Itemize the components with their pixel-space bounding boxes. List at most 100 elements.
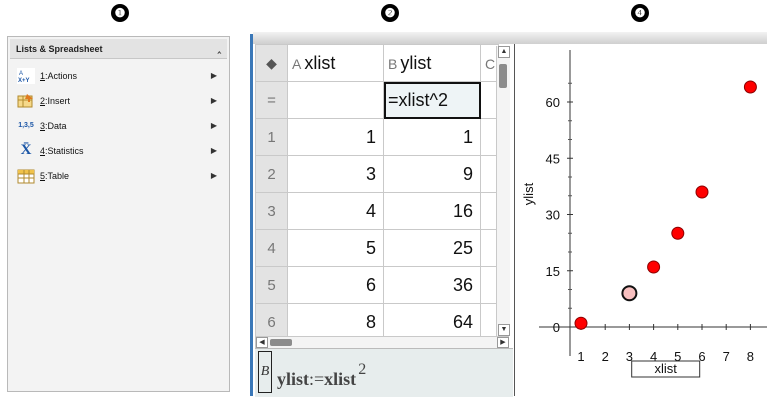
cell-a[interactable]: 4 [287, 192, 384, 230]
menu-item-label: Insert [47, 95, 71, 106]
statistics-icon: X̄ [20, 142, 32, 158]
menu-item-label: Data [47, 120, 67, 131]
column-header-b[interactable]: Bylist [383, 44, 481, 82]
scatter-plot[interactable]: 0 15 30 45 60 1 2 3 4 5 6 7 8 xlist ylist [514, 44, 767, 396]
cell-b[interactable]: 36 [383, 266, 481, 304]
formula-row-label: = [255, 81, 288, 119]
table-row: 6 8 64 [255, 303, 500, 341]
scroll-thumb[interactable] [499, 64, 507, 88]
table-row: 3 4 16 [255, 192, 500, 230]
cell-a[interactable]: 3 [287, 155, 384, 193]
cell-a[interactable]: 5 [287, 229, 384, 267]
menu-item-statistics[interactable]: X̄ 4:Statistics ▶ [8, 138, 229, 163]
table-row: 4 5 25 [255, 229, 500, 267]
vertical-scrollbar[interactable]: ▲ ▼ [496, 46, 510, 336]
menu-item-key: 1 [40, 70, 46, 81]
cell-a[interactable]: 8 [287, 303, 384, 341]
actions-icon: A X+Y [16, 67, 36, 84]
submenu-arrow-icon: ▶ [210, 96, 217, 105]
row-number[interactable]: 2 [255, 155, 288, 193]
formula-cell-b[interactable]: =xlist^2 [383, 81, 481, 119]
column-header-row: ◆ Axlist Bylist C [255, 44, 500, 82]
callout-1: ❶ [111, 4, 129, 22]
y-tick-label: 60 [546, 95, 560, 110]
menu-title: Lists & Spreadsheet [16, 43, 103, 54]
entry-line[interactable]: B ylist:=xlist 2 [255, 348, 513, 397]
menu-item-insert[interactable]: 2:Insert ▶ [8, 88, 229, 113]
menu-item-key: 3 [40, 120, 46, 131]
callout-4: ❹ [631, 4, 649, 22]
scroll-left-icon[interactable]: ◀ [256, 337, 268, 348]
table-icon [16, 168, 36, 184]
submenu-arrow-icon: ▶ [210, 146, 217, 155]
row-number[interactable]: 6 [255, 303, 288, 341]
column-name: xlist [304, 52, 336, 73]
table-row: 2 3 9 [255, 155, 500, 193]
entry-exponent: 2 [358, 361, 367, 378]
y-tick-label: 45 [546, 151, 560, 166]
row-number[interactable]: 4 [255, 229, 288, 267]
cell-b[interactable]: 64 [383, 303, 481, 341]
data-icon: 1,3,5 [18, 122, 34, 129]
x-tick-label: 8 [747, 349, 754, 364]
menu-item-label: Actions [47, 70, 78, 81]
submenu-arrow-icon: ▶ [210, 121, 217, 130]
data-point [574, 316, 588, 330]
table-row: 5 6 36 [255, 266, 500, 304]
cell-a[interactable]: 6 [287, 266, 384, 304]
horizontal-scrollbar[interactable]: ◀ ▶ [256, 336, 509, 348]
x-tick-label: 7 [723, 349, 730, 364]
cell-b[interactable]: 9 [383, 155, 481, 193]
plot-svg: 0153045601 2 3 4 5 6 7 8xlistylist [521, 50, 767, 378]
insert-icon [16, 93, 36, 109]
menu-header[interactable]: Lists & Spreadsheet ‸ [10, 39, 227, 59]
row-number[interactable]: 5 [255, 266, 288, 304]
table-row: 1 1 1 [255, 118, 500, 156]
menu-item-label: Table [47, 170, 70, 181]
scroll-right-icon[interactable]: ▶ [497, 337, 509, 348]
column-name: ylist [400, 52, 432, 73]
menu-item-table[interactable]: 5:Table ▶ [8, 163, 229, 188]
cell-b[interactable]: 16 [383, 192, 481, 230]
menu-item-key: 5 [40, 170, 46, 181]
panel-divider[interactable] [250, 34, 253, 396]
menu-panel: Lists & Spreadsheet ‸ A X+Y 1:Actions ▶ 2… [7, 36, 230, 392]
entry-cell-ref: B [258, 351, 272, 393]
row-number[interactable]: 3 [255, 192, 288, 230]
cell-a[interactable]: 1 [287, 118, 384, 156]
scroll-up-icon[interactable]: ▲ [498, 46, 510, 58]
formula-cell-a[interactable] [287, 81, 384, 119]
cell-b[interactable]: 1 [383, 118, 481, 156]
x-tick-label: 2 [602, 349, 609, 364]
menu-item-data[interactable]: 1,3,5 3:Data ▶ [8, 113, 229, 138]
entry-expression[interactable]: ylist:=xlist 2 [277, 361, 366, 390]
data-point [647, 260, 661, 274]
x-axis-label: xlist [655, 361, 678, 376]
svg-text:X+Y: X+Y [18, 78, 30, 84]
y-tick-label: 15 [546, 264, 560, 279]
row-number[interactable]: 1 [255, 118, 288, 156]
submenu-arrow-icon: ▶ [210, 171, 217, 180]
menu-item-key: 4 [40, 145, 46, 156]
column-header-a[interactable]: Axlist [287, 44, 384, 82]
y-tick-label: 30 [546, 208, 560, 223]
cell-b[interactable]: 25 [383, 229, 481, 267]
scroll-down-icon[interactable]: ▼ [498, 324, 510, 336]
formula-row: = =xlist^2 [255, 81, 500, 119]
entry-op: := [309, 369, 325, 389]
submenu-arrow-icon: ▶ [210, 71, 217, 80]
menu-item-actions[interactable]: A X+Y 1:Actions ▶ [8, 63, 229, 88]
top-strip [253, 32, 767, 44]
data-point [671, 226, 685, 240]
scroll-thumb[interactable] [270, 339, 292, 346]
y-tick-label: 0 [553, 320, 560, 335]
data-point [695, 185, 709, 199]
entry-expr: xlist [324, 369, 357, 389]
data-point [743, 80, 757, 94]
spreadsheet-table: ◆ Axlist Bylist C = =xlist^2 1 1 1 2 3 9… [255, 44, 500, 350]
menu-item-label: Statistics [47, 145, 84, 156]
double-chevron-up-icon[interactable]: ‸ [218, 43, 221, 54]
spreadsheet: ◆ Axlist Bylist C = =xlist^2 1 1 1 2 3 9… [255, 44, 513, 350]
tag-icon[interactable]: ◆ [255, 44, 288, 82]
callout-2: ❷ [381, 4, 399, 22]
